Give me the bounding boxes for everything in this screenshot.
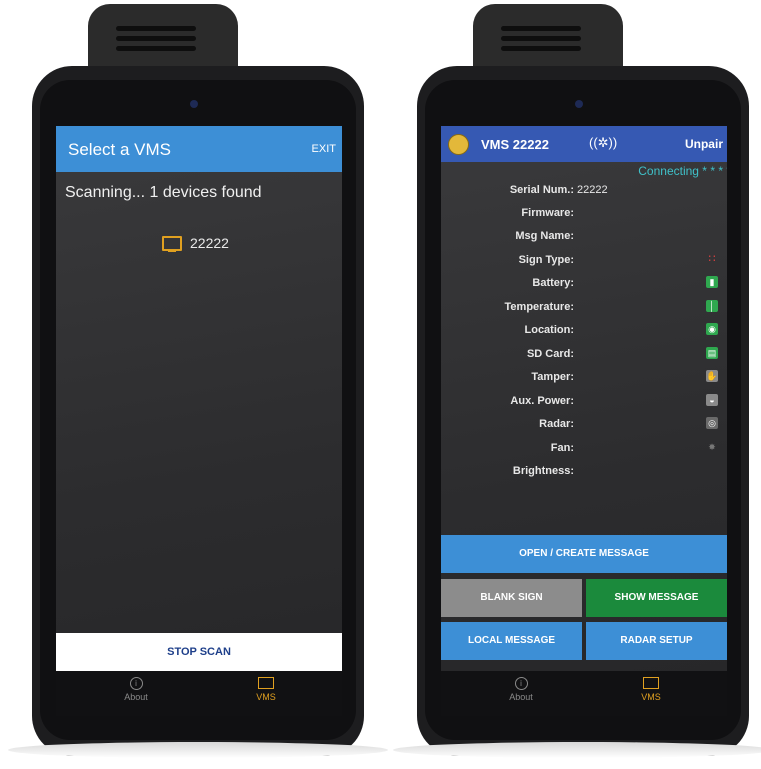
nav-vms[interactable]: VMS xyxy=(226,675,306,702)
show-message-button[interactable]: SHOW MESSAGE xyxy=(586,579,727,617)
page-title: Select a VMS xyxy=(68,140,171,159)
nav-about-label: About xyxy=(509,692,533,702)
nav-about[interactable]: i About xyxy=(96,675,176,702)
screen: Select a VMS EXIT Scanning... 1 devices … xyxy=(56,126,342,716)
bluetooth-icon: ((✲)) xyxy=(589,135,618,150)
field-label: Brightness: xyxy=(512,465,574,477)
field-row: Radar: ◎ xyxy=(441,417,727,440)
field-row: Serial Num.: 22222 xyxy=(441,184,727,206)
shadow xyxy=(393,742,761,758)
stop-scan-button[interactable]: STOP SCAN xyxy=(56,633,342,671)
camera-icon xyxy=(190,100,198,108)
field-row: Tamper: ✋ xyxy=(441,370,727,393)
speaker-grille xyxy=(501,26,581,31)
bottom-nav: i About VMS xyxy=(56,671,342,716)
connection-status: Connecting * * * * xyxy=(638,164,727,178)
vms-name: VMS 22222 xyxy=(481,137,549,152)
nav-about[interactable]: i About xyxy=(481,675,561,702)
field-label: Radar: xyxy=(539,418,574,430)
field-row: Firmware: xyxy=(441,207,727,229)
field-row: Msg Name: xyxy=(441,230,727,252)
field-label: Msg Name: xyxy=(515,230,574,242)
field-label: Fan: xyxy=(550,442,574,454)
nav-vms[interactable]: VMS xyxy=(611,675,691,702)
speaker-grille xyxy=(501,36,581,41)
battery-icon: ▮ xyxy=(706,276,718,288)
fan-icon: ✸ xyxy=(708,442,716,452)
phone-right: VMS 22222 ((✲)) Unpair Connecting * * * … xyxy=(393,0,761,760)
speaker-grille xyxy=(116,46,196,51)
field-label: Battery: xyxy=(532,277,574,289)
field-row: Location: ◉ xyxy=(441,323,727,346)
field-label: Location: xyxy=(524,324,575,336)
field-label: Firmware: xyxy=(521,207,574,219)
camera-icon xyxy=(575,100,583,108)
nav-vms-label: VMS xyxy=(641,692,661,702)
aux-power-icon: ◒ xyxy=(706,394,718,406)
field-label: Tamper: xyxy=(531,371,574,383)
exit-button[interactable]: EXIT xyxy=(312,143,336,155)
field-label: SD Card: xyxy=(526,348,574,360)
speaker-grille xyxy=(116,26,196,31)
info-icon: i xyxy=(514,677,528,690)
field-label: Serial Num.: xyxy=(509,184,574,196)
field-row: Aux. Power: ◒ xyxy=(441,394,727,417)
location-pin-icon: ◉ xyxy=(706,323,718,335)
app-bar: VMS 22222 ((✲)) Unpair xyxy=(441,126,727,162)
blank-sign-button[interactable]: BLANK SIGN xyxy=(441,579,582,617)
field-row: Fan: ✸ xyxy=(441,442,727,464)
radar-icon: ◎ xyxy=(706,417,718,429)
unpair-button[interactable]: Unpair xyxy=(685,137,723,151)
info-icon: i xyxy=(129,677,143,690)
field-row: Sign Type: ∷ xyxy=(441,253,727,276)
monitor-icon xyxy=(258,677,274,689)
field-row: Temperature: │ xyxy=(441,300,727,323)
logo-icon xyxy=(448,134,469,155)
field-row: Brightness: xyxy=(441,465,727,487)
field-row: SD Card: ▤ xyxy=(441,347,727,370)
speaker-grille xyxy=(501,46,581,51)
tamper-icon: ✋ xyxy=(706,370,718,382)
field-label: Sign Type: xyxy=(518,254,574,266)
scan-status: Scanning... 1 devices found xyxy=(65,184,262,201)
field-label: Aux. Power: xyxy=(510,395,574,407)
open-create-message-button[interactable]: OPEN / CREATE MESSAGE xyxy=(441,535,727,573)
screen: VMS 22222 ((✲)) Unpair Connecting * * * … xyxy=(441,126,727,716)
sign-type-icon: ∷ xyxy=(708,253,716,265)
app-bar: Select a VMS EXIT xyxy=(56,126,342,172)
thermometer-icon: │ xyxy=(706,300,718,312)
phone-left: Select a VMS EXIT Scanning... 1 devices … xyxy=(8,0,388,760)
monitor-icon xyxy=(162,236,182,252)
bottom-nav: i About VMS xyxy=(441,671,727,716)
sd-card-icon: ▤ xyxy=(706,347,718,359)
monitor-icon xyxy=(643,677,659,689)
nav-vms-label: VMS xyxy=(256,692,276,702)
field-label: Temperature: xyxy=(504,301,574,313)
speaker-grille xyxy=(116,36,196,41)
nav-about-label: About xyxy=(124,692,148,702)
shadow xyxy=(8,742,388,758)
field-value: 22222 xyxy=(577,184,608,196)
device-id: 22222 xyxy=(190,235,229,251)
radar-setup-button[interactable]: RADAR SETUP xyxy=(586,622,727,660)
local-message-button[interactable]: LOCAL MESSAGE xyxy=(441,622,582,660)
field-row: Battery: ▮ xyxy=(441,276,727,299)
